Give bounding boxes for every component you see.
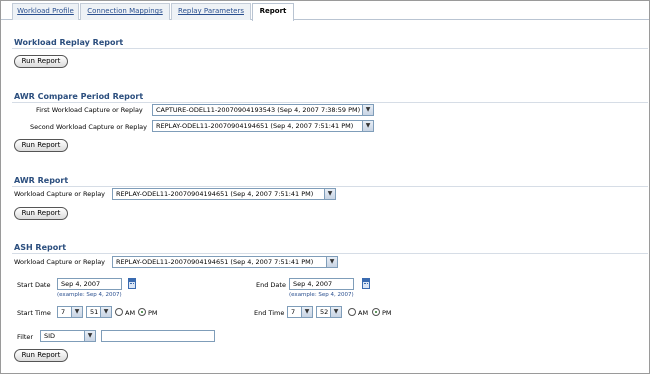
calendar-icon[interactable] xyxy=(362,278,370,289)
chevron-down-icon[interactable]: ▼ xyxy=(362,121,373,131)
calendar-icon[interactable] xyxy=(128,278,136,289)
start-pm-radio[interactable] xyxy=(138,308,146,316)
chevron-down-icon[interactable]: ▼ xyxy=(362,105,373,115)
tab-workload-profile[interactable]: Workload Profile xyxy=(12,3,79,20)
section-title-ash: ASH Report xyxy=(14,243,67,252)
tab-report[interactable]: Report xyxy=(252,3,294,21)
second-capture-label: Second Workload Capture or Replay xyxy=(30,123,148,131)
tab-connection-mappings[interactable]: Connection Mappings xyxy=(80,3,170,20)
end-minute-select[interactable]: 52 ▼ xyxy=(316,306,342,318)
section-title-awr: AWR Report xyxy=(14,176,69,185)
start-time-label: Start Time xyxy=(17,309,51,317)
filter-type-select[interactable]: SID ▼ xyxy=(40,330,96,342)
start-minute-value: 51 xyxy=(90,308,99,316)
start-minute-select[interactable]: 51 ▼ xyxy=(86,306,112,318)
end-date-input[interactable]: Sep 4, 2007 xyxy=(289,278,354,290)
section-divider xyxy=(12,186,648,187)
end-pm-radio[interactable] xyxy=(372,308,380,316)
start-date-label: Start Date xyxy=(17,281,51,289)
chevron-down-icon[interactable]: ▼ xyxy=(301,307,312,317)
start-hour-value: 7 xyxy=(61,308,66,316)
chevron-down-icon[interactable]: ▼ xyxy=(100,307,111,317)
second-capture-select-value: REPLAY-ODEL11-20070904194651 (Sep 4, 200… xyxy=(156,122,354,130)
awr-capture-label: Workload Capture or Replay xyxy=(14,190,106,198)
end-date-hint: (example: Sep 4, 2007) xyxy=(289,292,354,298)
run-report-button-awr[interactable]: Run Report xyxy=(14,207,68,220)
section-divider xyxy=(12,48,648,49)
filter-type-value: SID xyxy=(44,332,56,340)
start-date-input[interactable]: Sep 4, 2007 xyxy=(57,278,122,290)
filter-value-input[interactable] xyxy=(101,330,215,342)
start-am-radio[interactable] xyxy=(115,308,123,316)
first-capture-select-value: CAPTURE-ODEL11-20070904193543 (Sep 4, 20… xyxy=(156,106,361,114)
start-hour-select[interactable]: 7 ▼ xyxy=(57,306,83,318)
chevron-down-icon[interactable]: ▼ xyxy=(71,307,82,317)
chevron-down-icon[interactable]: ▼ xyxy=(330,307,341,317)
awr-capture-select[interactable]: REPLAY-ODEL11-20070904194651 (Sep 4, 200… xyxy=(112,188,336,200)
first-capture-label: First Workload Capture or Replay xyxy=(36,106,143,114)
awr-capture-select-value: REPLAY-ODEL11-20070904194651 (Sep 4, 200… xyxy=(116,190,314,198)
run-report-button-awr-compare[interactable]: Run Report xyxy=(14,139,68,152)
end-date-label: End Date xyxy=(256,281,286,289)
section-title-awr-compare: AWR Compare Period Report xyxy=(14,92,144,101)
chevron-down-icon[interactable]: ▼ xyxy=(326,257,337,267)
run-report-button-ash[interactable]: Run Report xyxy=(14,349,68,362)
start-am-label: AM xyxy=(125,309,136,317)
end-am-label: AM xyxy=(358,309,369,317)
first-capture-select[interactable]: CAPTURE-ODEL11-20070904193543 (Sep 4, 20… xyxy=(152,104,374,116)
chevron-down-icon[interactable]: ▼ xyxy=(84,331,95,341)
start-pm-label: PM xyxy=(148,309,158,317)
end-hour-value: 7 xyxy=(291,308,296,316)
second-capture-select[interactable]: REPLAY-ODEL11-20070904194651 (Sep 4, 200… xyxy=(152,120,374,132)
chevron-down-icon[interactable]: ▼ xyxy=(324,189,335,199)
section-title-workload-replay: Workload Replay Report xyxy=(14,38,124,47)
tab-replay-parameters[interactable]: Replay Parameters xyxy=(171,3,251,20)
tab-bar: Workload Profile Connection Mappings Rep… xyxy=(1,1,649,21)
end-pm-label: PM xyxy=(382,309,392,317)
ash-capture-select-value: REPLAY-ODEL11-20070904194651 (Sep 4, 200… xyxy=(116,258,314,266)
run-report-button-workload-replay[interactable]: Run Report xyxy=(14,55,68,68)
filter-label: Filter xyxy=(17,333,34,341)
start-date-hint: (example: Sep 4, 2007) xyxy=(57,292,122,298)
section-divider xyxy=(12,253,648,254)
ash-capture-select[interactable]: REPLAY-ODEL11-20070904194651 (Sep 4, 200… xyxy=(112,256,338,268)
end-am-radio[interactable] xyxy=(348,308,356,316)
end-hour-select[interactable]: 7 ▼ xyxy=(287,306,313,318)
end-time-label: End Time xyxy=(254,309,285,317)
ash-capture-label: Workload Capture or Replay xyxy=(14,258,106,266)
end-minute-value: 52 xyxy=(320,308,329,316)
section-divider xyxy=(12,102,648,103)
